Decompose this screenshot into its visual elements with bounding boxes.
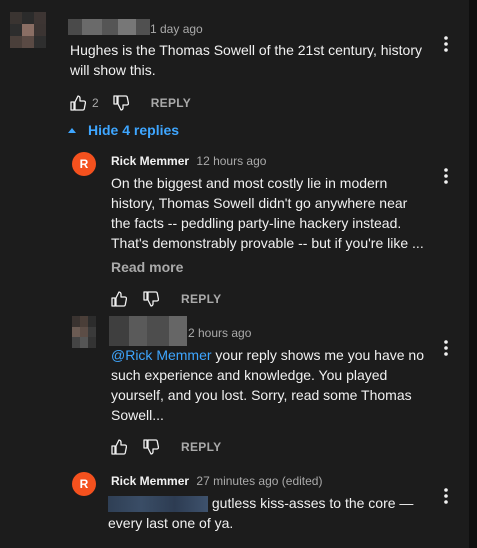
avatar-letter: R [79,477,89,491]
reply-button[interactable]: REPLY [181,292,221,306]
thumbs-down-icon[interactable] [143,439,160,455]
chevron-up-icon [68,127,76,133]
avatar[interactable]: R [72,472,96,496]
author-name[interactable]: Rick Memmer [111,154,189,168]
reply-button[interactable]: REPLY [151,96,191,110]
comment-actions: 2 REPLY [70,95,191,111]
author-name-redacted[interactable] [68,19,150,35]
avatar[interactable]: R [72,152,96,176]
reply-time[interactable]: 2 hours ago [188,326,251,340]
reply-time[interactable]: 12 hours ago [196,154,266,168]
hide-replies-toggle[interactable]: Hide 4 replies [68,122,179,138]
more-options-button[interactable] [434,162,458,190]
more-vert-icon [444,36,448,52]
thumbs-up-icon[interactable] [70,95,87,111]
more-options-button[interactable] [434,30,458,58]
more-vert-icon [444,340,448,356]
reply-meta: Rick Memmer 12 hours ago [111,154,266,168]
thumbs-down-icon[interactable] [143,291,160,307]
reply-meta: Rick Memmer 27 minutes ago (edited) [111,474,322,488]
redacted-text [108,496,208,513]
comment-text: Hughes is the Thomas Sowell of the 21st … [70,42,422,78]
hide-replies-label: Hide 4 replies [88,122,180,138]
reply-text: gutless kiss-asses to the core — every l… [108,493,430,533]
avatar-letter: R [79,157,89,171]
more-vert-icon [444,488,448,504]
more-options-button[interactable] [434,482,458,510]
avatar[interactable] [10,12,46,48]
read-more-link[interactable]: Read more [111,259,183,275]
author-name-redacted[interactable] [109,316,187,346]
more-vert-icon [444,168,448,184]
mention-link[interactable]: @Rick Memmer [111,347,212,363]
thumbs-down-icon[interactable] [113,95,129,111]
scrollbar[interactable] [469,0,477,548]
reply-actions: REPLY [111,291,221,307]
like-count: 2 [92,96,99,110]
more-options-button[interactable] [434,334,458,362]
author-name[interactable]: Rick Memmer [111,474,189,488]
thumbs-up-icon[interactable] [111,291,128,307]
reply-time[interactable]: 27 minutes ago (edited) [196,474,322,488]
reply-text: On the biggest and most costly lie in mo… [111,175,424,251]
avatar[interactable] [72,316,96,348]
comment-time[interactable]: 1 day ago [150,22,203,36]
reply-text: @Rick Memmer your reply shows me you hav… [111,345,429,425]
thumbs-up-icon[interactable] [111,439,128,455]
reply-button[interactable]: REPLY [181,440,221,454]
reply-actions: REPLY [111,439,221,455]
